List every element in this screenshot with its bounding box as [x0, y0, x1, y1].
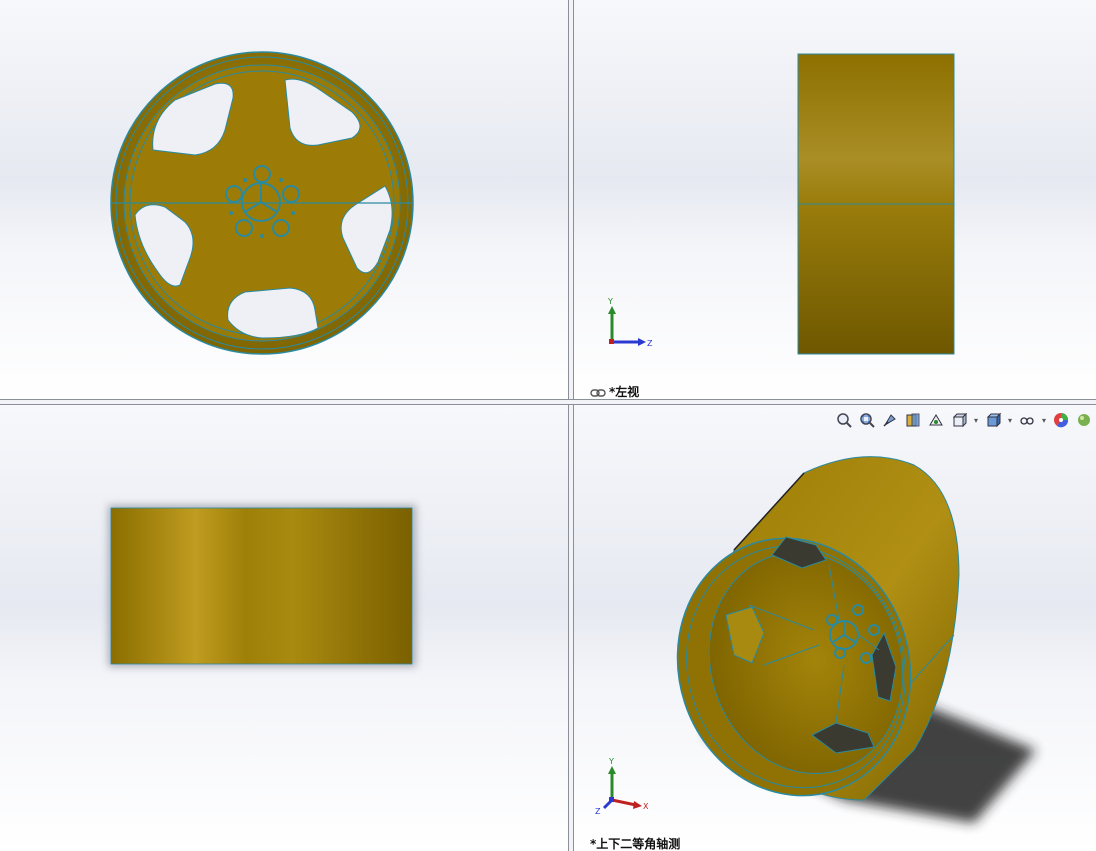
zoom-to-fit-icon[interactable] [834, 410, 854, 430]
viewport-left-view[interactable]: Y Z *左视 [574, 0, 1096, 399]
axis-triad: Y Z [607, 297, 653, 348]
view-orientation-icon[interactable] [949, 410, 969, 430]
hide-show-items-dropdown[interactable]: ▾ [1040, 416, 1048, 425]
viewport-label-left: *左视 [590, 383, 639, 399]
top-view-wheel [108, 505, 416, 667]
viewport-label-dimetric: *上下二等角轴测 [590, 837, 681, 851]
top-body [110, 507, 413, 665]
triad-x-label: X [643, 802, 649, 811]
axis-triad-dimetric: Y X Z [595, 757, 649, 816]
section-view-icon[interactable] [903, 410, 923, 430]
display-style-dropdown[interactable]: ▾ [1006, 416, 1014, 425]
triad-y-label: Y [607, 297, 613, 306]
link-views-icon [590, 388, 606, 397]
viewport-front[interactable] [0, 0, 568, 399]
front-view-wheel [110, 51, 414, 355]
viewport-dimetric[interactable]: ▾ ▾ ▾ Y X Z *上下二等角轴测 [574, 405, 1096, 851]
spoke-window-bottom [227, 287, 319, 339]
viewport-splitter-vertical[interactable] [568, 0, 574, 851]
viewport-top-view[interactable] [0, 405, 568, 851]
display-style-icon[interactable] [983, 410, 1003, 430]
viewport-splitter-horizontal[interactable] [0, 399, 1096, 405]
edit-appearance-icon[interactable] [1051, 410, 1071, 430]
hide-show-items-icon[interactable] [1017, 410, 1037, 430]
left-view-wheel: Y Z [607, 53, 955, 355]
previous-view-icon[interactable] [880, 410, 900, 430]
triad-z-label: Z [647, 339, 653, 348]
triad-y-label: Y [608, 757, 614, 766]
dimetric-view-wheel: Y X Z [595, 456, 1036, 823]
view-orientation-dropdown[interactable]: ▾ [972, 416, 980, 425]
zoom-to-area-icon[interactable] [857, 410, 877, 430]
triad-z-label: Z [595, 807, 601, 816]
heads-up-view-toolbar: ▾ ▾ ▾ [834, 409, 1094, 431]
apply-scene-icon[interactable] [1074, 410, 1094, 430]
dynamic-annotation-icon[interactable] [926, 410, 946, 430]
